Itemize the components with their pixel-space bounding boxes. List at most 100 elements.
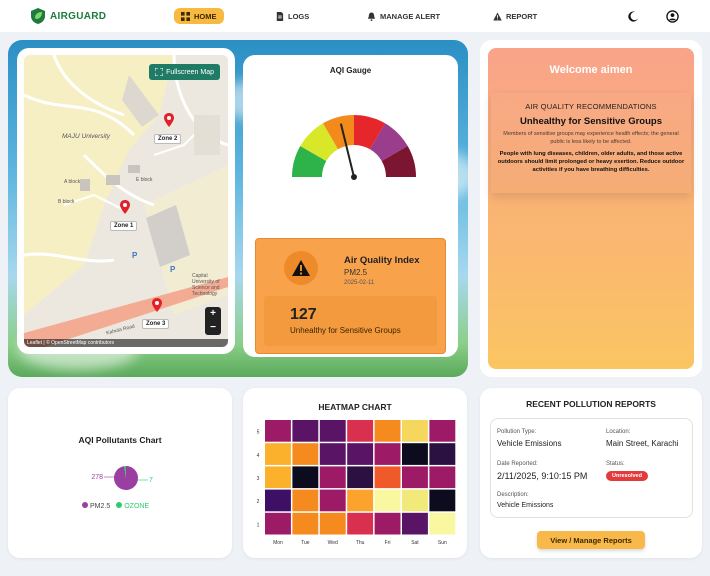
heatmap-cell <box>292 466 319 489</box>
gauge-needle-hub <box>351 174 357 180</box>
zoom-out-button[interactable]: − <box>205 321 221 335</box>
aqi-value: 127 <box>290 306 317 323</box>
heatmap-cell <box>402 512 428 535</box>
brand-name: AIRGUARD <box>50 10 107 22</box>
nav-report-label: REPORT <box>506 11 538 21</box>
recommendation-advice: People with lung diseases, children, old… <box>497 151 685 173</box>
heatmap-card: HEATMAP CHART 5 4 3 2 1 Mon Tue Wed Thu Fri Sat Sun <box>243 388 467 558</box>
pie-value-label: 278 <box>91 474 103 481</box>
heatmap-cell <box>429 466 456 489</box>
nav-report[interactable]: REPORT <box>493 8 537 24</box>
map-card: MAJU University A block B block E block … <box>17 48 235 354</box>
fullscreen-map-button[interactable]: Fullscreen Map <box>149 64 220 80</box>
zoom-control: + − <box>205 307 221 335</box>
heatmap-cell <box>265 443 291 465</box>
heatmap-cell <box>374 489 401 512</box>
heatmap-cell <box>374 443 401 465</box>
zone-label: Zone 1 <box>110 221 138 231</box>
reports-title: RECENT POLLUTION REPORTS <box>526 399 656 409</box>
view-manage-reports-button[interactable]: View / Manage Reports <box>537 531 645 549</box>
heatmap-cell <box>402 420 428 442</box>
parking-icon: P <box>132 251 138 260</box>
shield-leaf-icon <box>31 8 45 24</box>
heatmap-y-tick: 4 <box>257 453 260 459</box>
heatmap-cell <box>429 489 456 512</box>
heatmap-cell <box>374 512 401 535</box>
legend-swatch <box>82 502 88 508</box>
welcome-card: Welcome aimen AIR QUALITY RECOMMENDATION… <box>480 40 702 377</box>
profile-button[interactable] <box>664 8 680 24</box>
status-label: Status: <box>606 461 625 467</box>
zoom-in-button[interactable]: + <box>205 307 221 321</box>
nav-manage-alert[interactable]: MANAGE ALERT <box>367 8 440 24</box>
legend-label: PM2.5 <box>90 503 111 510</box>
heatmap-cell <box>319 443 346 465</box>
theme-toggle-button[interactable] <box>625 8 641 24</box>
nav-manage-alert-label: MANAGE ALERT <box>380 11 441 21</box>
report-item[interactable]: Pollution Type: Vehicle Emissions Locati… <box>490 418 693 518</box>
aqi-gauge-card: AQI Gauge Air Quality Index PM2.5 2025-0… <box>243 55 458 357</box>
heatmap-cell <box>347 466 374 489</box>
moon-icon <box>627 11 638 22</box>
legend-label: OZONE <box>124 503 150 510</box>
aqi-status: Unhealthy for Sensitive Groups <box>290 326 401 335</box>
map-attribution[interactable]: Leaflet | © OpenStreetMap contributors <box>24 339 228 347</box>
legend-item-ozone[interactable]: OZONE <box>116 502 149 510</box>
nav-home-label: HOME <box>194 11 217 21</box>
nav-logs-label: LOGS <box>288 11 310 21</box>
map-marker-icon[interactable] <box>164 113 174 127</box>
heatmap-cell <box>429 420 456 442</box>
map-marker-icon[interactable] <box>120 200 130 214</box>
warning-icon <box>292 260 310 276</box>
heatmap-cell <box>402 489 428 512</box>
heatmap-y-tick: 1 <box>257 522 260 528</box>
nav-home[interactable]: HOME <box>174 8 224 24</box>
heatmap-chart: 5 4 3 2 1 Mon Tue Wed Thu Fri Sat Sun <box>257 420 456 546</box>
heatmap-cell <box>319 489 346 512</box>
description-label: Description: <box>497 492 529 498</box>
gauge-title: AQI Gauge <box>329 66 372 75</box>
date-reported-label: Date Reported: <box>497 461 538 467</box>
location-label: Location: <box>606 429 631 435</box>
heatmap-cell <box>292 512 319 535</box>
welcome-title: Welcome aimen <box>549 64 633 76</box>
legend-item-pm25[interactable]: PM2.5 <box>82 502 110 510</box>
pollutants-chart-card: AQI Pollutants Chart 278 7 PM2.5 OZONE <box>8 388 232 558</box>
recommendation-level: Unhealthy for Sensitive Groups <box>520 116 662 127</box>
heatmap-cell <box>319 420 346 442</box>
zones-map[interactable]: MAJU University A block B block E block … <box>24 55 228 347</box>
location-value: Main Street, Karachi <box>606 439 679 448</box>
warning-badge <box>284 251 318 285</box>
aqi-panel-title: Air Quality Index <box>344 255 420 266</box>
heatmap-cell <box>319 512 346 535</box>
heatmap-x-tick: Wed <box>328 540 338 546</box>
pollutants-pie-chart: 278 7 <box>91 466 153 490</box>
pollutants-chart-title: AQI Pollutants Chart <box>78 435 162 445</box>
legend-swatch <box>116 502 123 508</box>
heatmap-x-tick: Fri <box>385 540 391 546</box>
map-marker-icon[interactable] <box>152 298 162 312</box>
brand-logo[interactable]: AIRGUARD <box>30 7 106 25</box>
heatmap-cell <box>347 512 374 535</box>
status-badge: Unresolved <box>606 471 648 481</box>
heatmap-y-tick: 5 <box>257 430 260 436</box>
heatmap-cell <box>265 489 291 512</box>
aqi-pollutant: PM2.5 <box>344 268 368 277</box>
heatmap-cell <box>347 443 374 465</box>
aqi-value-box: 127 Unhealthy for Sensitive Groups <box>264 296 437 346</box>
grid-icon <box>181 11 190 21</box>
pollutants-legend: PM2.5 OZONE <box>82 502 149 510</box>
heatmap-cell <box>292 420 319 442</box>
heatmap-x-tick: Tue <box>301 540 310 546</box>
aqi-gauge <box>292 115 416 180</box>
zone-label: Zone 3 <box>142 319 170 329</box>
pollution-reports-card: RECENT POLLUTION REPORTS Pollution Type:… <box>480 388 702 558</box>
expand-icon <box>155 68 164 76</box>
heatmap-cell <box>347 420 374 442</box>
map-label-a-block: A block <box>64 179 81 185</box>
parking-icon: P <box>170 265 176 274</box>
map-label-university: MAJU University <box>62 133 111 140</box>
map-label-b-block: B block <box>58 199 75 205</box>
nav-logs[interactable]: LOGS <box>275 8 309 24</box>
pollution-type-label: Pollution Type: <box>497 429 537 435</box>
